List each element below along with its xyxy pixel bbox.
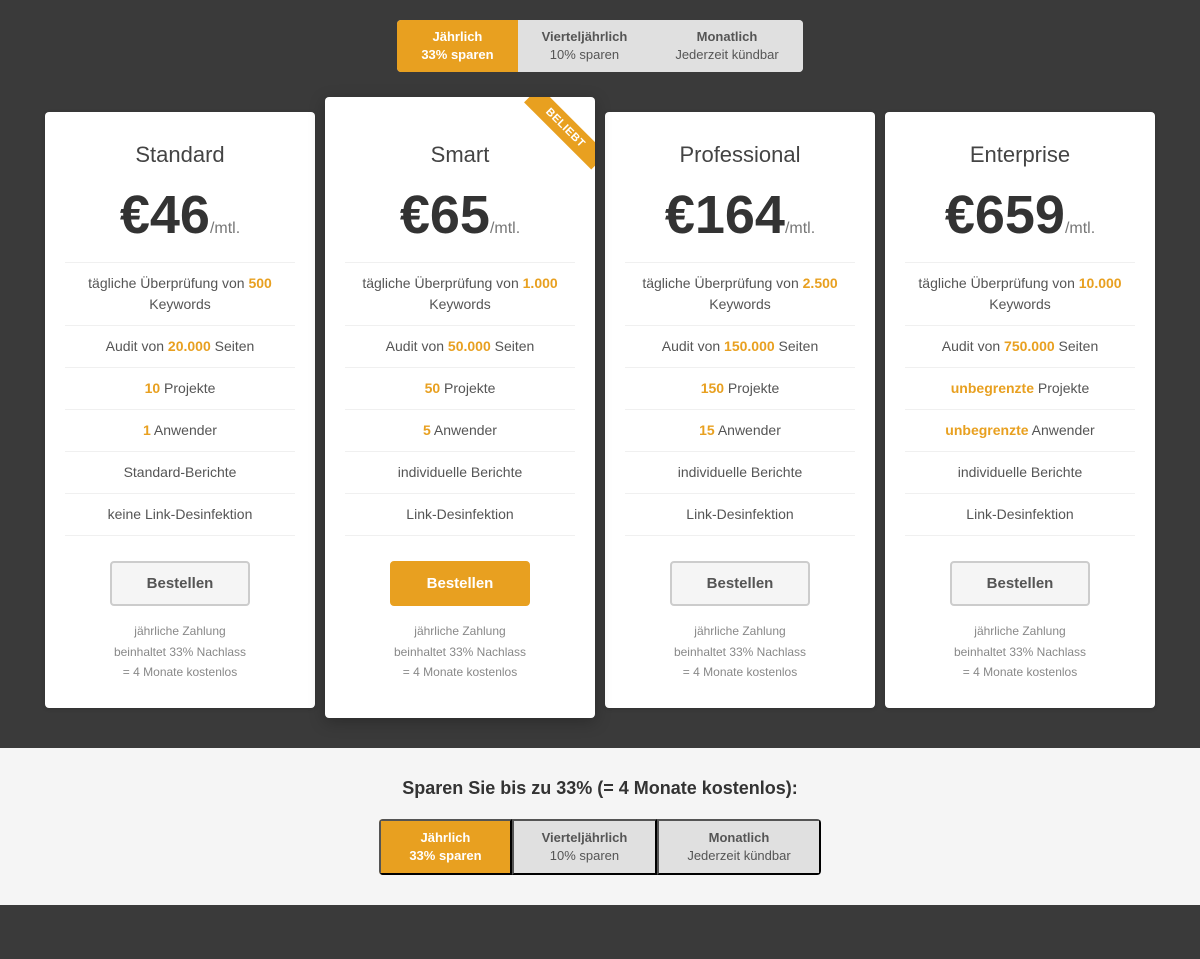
order-button-standard[interactable]: Bestellen: [110, 561, 251, 606]
feature-highlight: unbegrenzte: [945, 422, 1028, 438]
price-amount-smart: €65: [400, 185, 490, 245]
feature-highlight: 20.000: [168, 338, 211, 354]
plan-card-enterprise: Enterprise €659/mtl. tägliche Überprüfun…: [885, 112, 1155, 707]
feature-item: Standard-Berichte: [65, 452, 295, 494]
feature-item: 10 Projekte: [65, 368, 295, 410]
feature-highlight: 50.000: [448, 338, 491, 354]
price-amount-standard: €46: [120, 185, 210, 245]
feature-highlight: 150.000: [724, 338, 775, 354]
billing-option-bottom-0[interactable]: Jährlich33% sparen: [379, 819, 511, 875]
plan-card-smart: BELIEBT Smart €65/mtl. tägliche Überprüf…: [325, 97, 595, 717]
feature-item: tägliche Überprüfung von 2.500 Keywords: [625, 262, 855, 326]
price-unit-standard: /mtl.: [210, 220, 240, 237]
feature-highlight: 150: [701, 380, 724, 396]
order-button-enterprise[interactable]: Bestellen: [950, 561, 1091, 606]
payment-note-standard: jährliche Zahlungbeinhaltet 33% Nachlass…: [65, 621, 295, 682]
price-row-professional: €164/mtl.: [625, 188, 855, 242]
feature-highlight: 50: [425, 380, 441, 396]
feature-list-smart: tägliche Überprüfung von 1.000 KeywordsA…: [345, 262, 575, 536]
feature-item: unbegrenzte Anwender: [905, 410, 1135, 452]
plans-container: Standard €46/mtl. tägliche Überprüfung v…: [20, 102, 1180, 727]
save-text: Sparen Sie bis zu 33% (= 4 Monate kosten…: [20, 778, 1180, 799]
feature-item: individuelle Berichte: [625, 452, 855, 494]
bottom-section: Sparen Sie bis zu 33% (= 4 Monate kosten…: [0, 748, 1200, 905]
feature-item: individuelle Berichte: [905, 452, 1135, 494]
feature-item: tägliche Überprüfung von 10.000 Keywords: [905, 262, 1135, 326]
feature-highlight: unbegrenzte: [951, 380, 1034, 396]
order-button-professional[interactable]: Bestellen: [670, 561, 811, 606]
feature-item: individuelle Berichte: [345, 452, 575, 494]
plan-name-standard: Standard: [65, 142, 295, 168]
feature-item: 150 Projekte: [625, 368, 855, 410]
feature-item: Link-Desinfektion: [345, 494, 575, 536]
feature-highlight: 1.000: [523, 275, 558, 291]
billing-toggle-bottom[interactable]: Jährlich33% sparenVierteljährlich10% spa…: [379, 819, 820, 875]
feature-item: 15 Anwender: [625, 410, 855, 452]
billing-toggle-top[interactable]: Jährlich33% sparenVierteljährlich10% spa…: [397, 20, 802, 72]
feature-item: 1 Anwender: [65, 410, 295, 452]
payment-note-smart: jährliche Zahlungbeinhaltet 33% Nachlass…: [345, 621, 575, 682]
plan-name-enterprise: Enterprise: [905, 142, 1135, 168]
plan-card-professional: Professional €164/mtl. tägliche Überprüf…: [605, 112, 875, 707]
price-row-standard: €46/mtl.: [65, 188, 295, 242]
feature-item: tägliche Überprüfung von 500 Keywords: [65, 262, 295, 326]
feature-item: Audit von 150.000 Seiten: [625, 326, 855, 368]
feature-highlight: 10.000: [1079, 275, 1122, 291]
feature-highlight: 750.000: [1004, 338, 1055, 354]
price-unit-professional: /mtl.: [785, 220, 815, 237]
price-unit-smart: /mtl.: [490, 220, 520, 237]
price-amount-professional: €164: [665, 185, 785, 245]
feature-highlight: 15: [699, 422, 715, 438]
price-row-enterprise: €659/mtl.: [905, 188, 1135, 242]
feature-highlight: 1: [143, 422, 151, 438]
feature-item: keine Link-Desinfektion: [65, 494, 295, 536]
feature-highlight: 2.500: [803, 275, 838, 291]
feature-item: Link-Desinfektion: [905, 494, 1135, 536]
ribbon-text-smart: BELIEBT: [525, 97, 595, 169]
feature-item: Link-Desinfektion: [625, 494, 855, 536]
price-row-smart: €65/mtl.: [345, 188, 575, 242]
payment-note-enterprise: jährliche Zahlungbeinhaltet 33% Nachlass…: [905, 621, 1135, 682]
feature-item: Audit von 20.000 Seiten: [65, 326, 295, 368]
feature-list-professional: tägliche Überprüfung von 2.500 KeywordsA…: [625, 262, 855, 536]
billing-option-monthly[interactable]: MonatlichJederzeit kündbar: [651, 20, 802, 72]
payment-note-professional: jährliche Zahlungbeinhaltet 33% Nachlass…: [625, 621, 855, 682]
feature-highlight: 500: [248, 275, 271, 291]
order-button-smart[interactable]: Bestellen: [390, 561, 531, 606]
billing-option-quarterly[interactable]: Vierteljährlich10% sparen: [518, 20, 652, 72]
feature-item: Audit von 50.000 Seiten: [345, 326, 575, 368]
feature-highlight: 10: [145, 380, 161, 396]
plan-name-professional: Professional: [625, 142, 855, 168]
feature-item: Audit von 750.000 Seiten: [905, 326, 1135, 368]
plan-card-standard: Standard €46/mtl. tägliche Überprüfung v…: [45, 112, 315, 707]
billing-option-bottom-1[interactable]: Vierteljährlich10% sparen: [512, 819, 658, 875]
feature-item: 50 Projekte: [345, 368, 575, 410]
feature-item: tägliche Überprüfung von 1.000 Keywords: [345, 262, 575, 326]
ribbon-smart: BELIEBT: [505, 97, 595, 187]
feature-list-enterprise: tägliche Überprüfung von 10.000 Keywords…: [905, 262, 1135, 536]
feature-list-standard: tägliche Überprüfung von 500 KeywordsAud…: [65, 262, 295, 536]
feature-item: 5 Anwender: [345, 410, 575, 452]
billing-option-yearly[interactable]: Jährlich33% sparen: [397, 20, 517, 72]
price-unit-enterprise: /mtl.: [1065, 220, 1095, 237]
billing-option-bottom-2[interactable]: MonatlichJederzeit kündbar: [657, 819, 820, 875]
price-amount-enterprise: €659: [945, 185, 1065, 245]
feature-highlight: 5: [423, 422, 431, 438]
feature-item: unbegrenzte Projekte: [905, 368, 1135, 410]
